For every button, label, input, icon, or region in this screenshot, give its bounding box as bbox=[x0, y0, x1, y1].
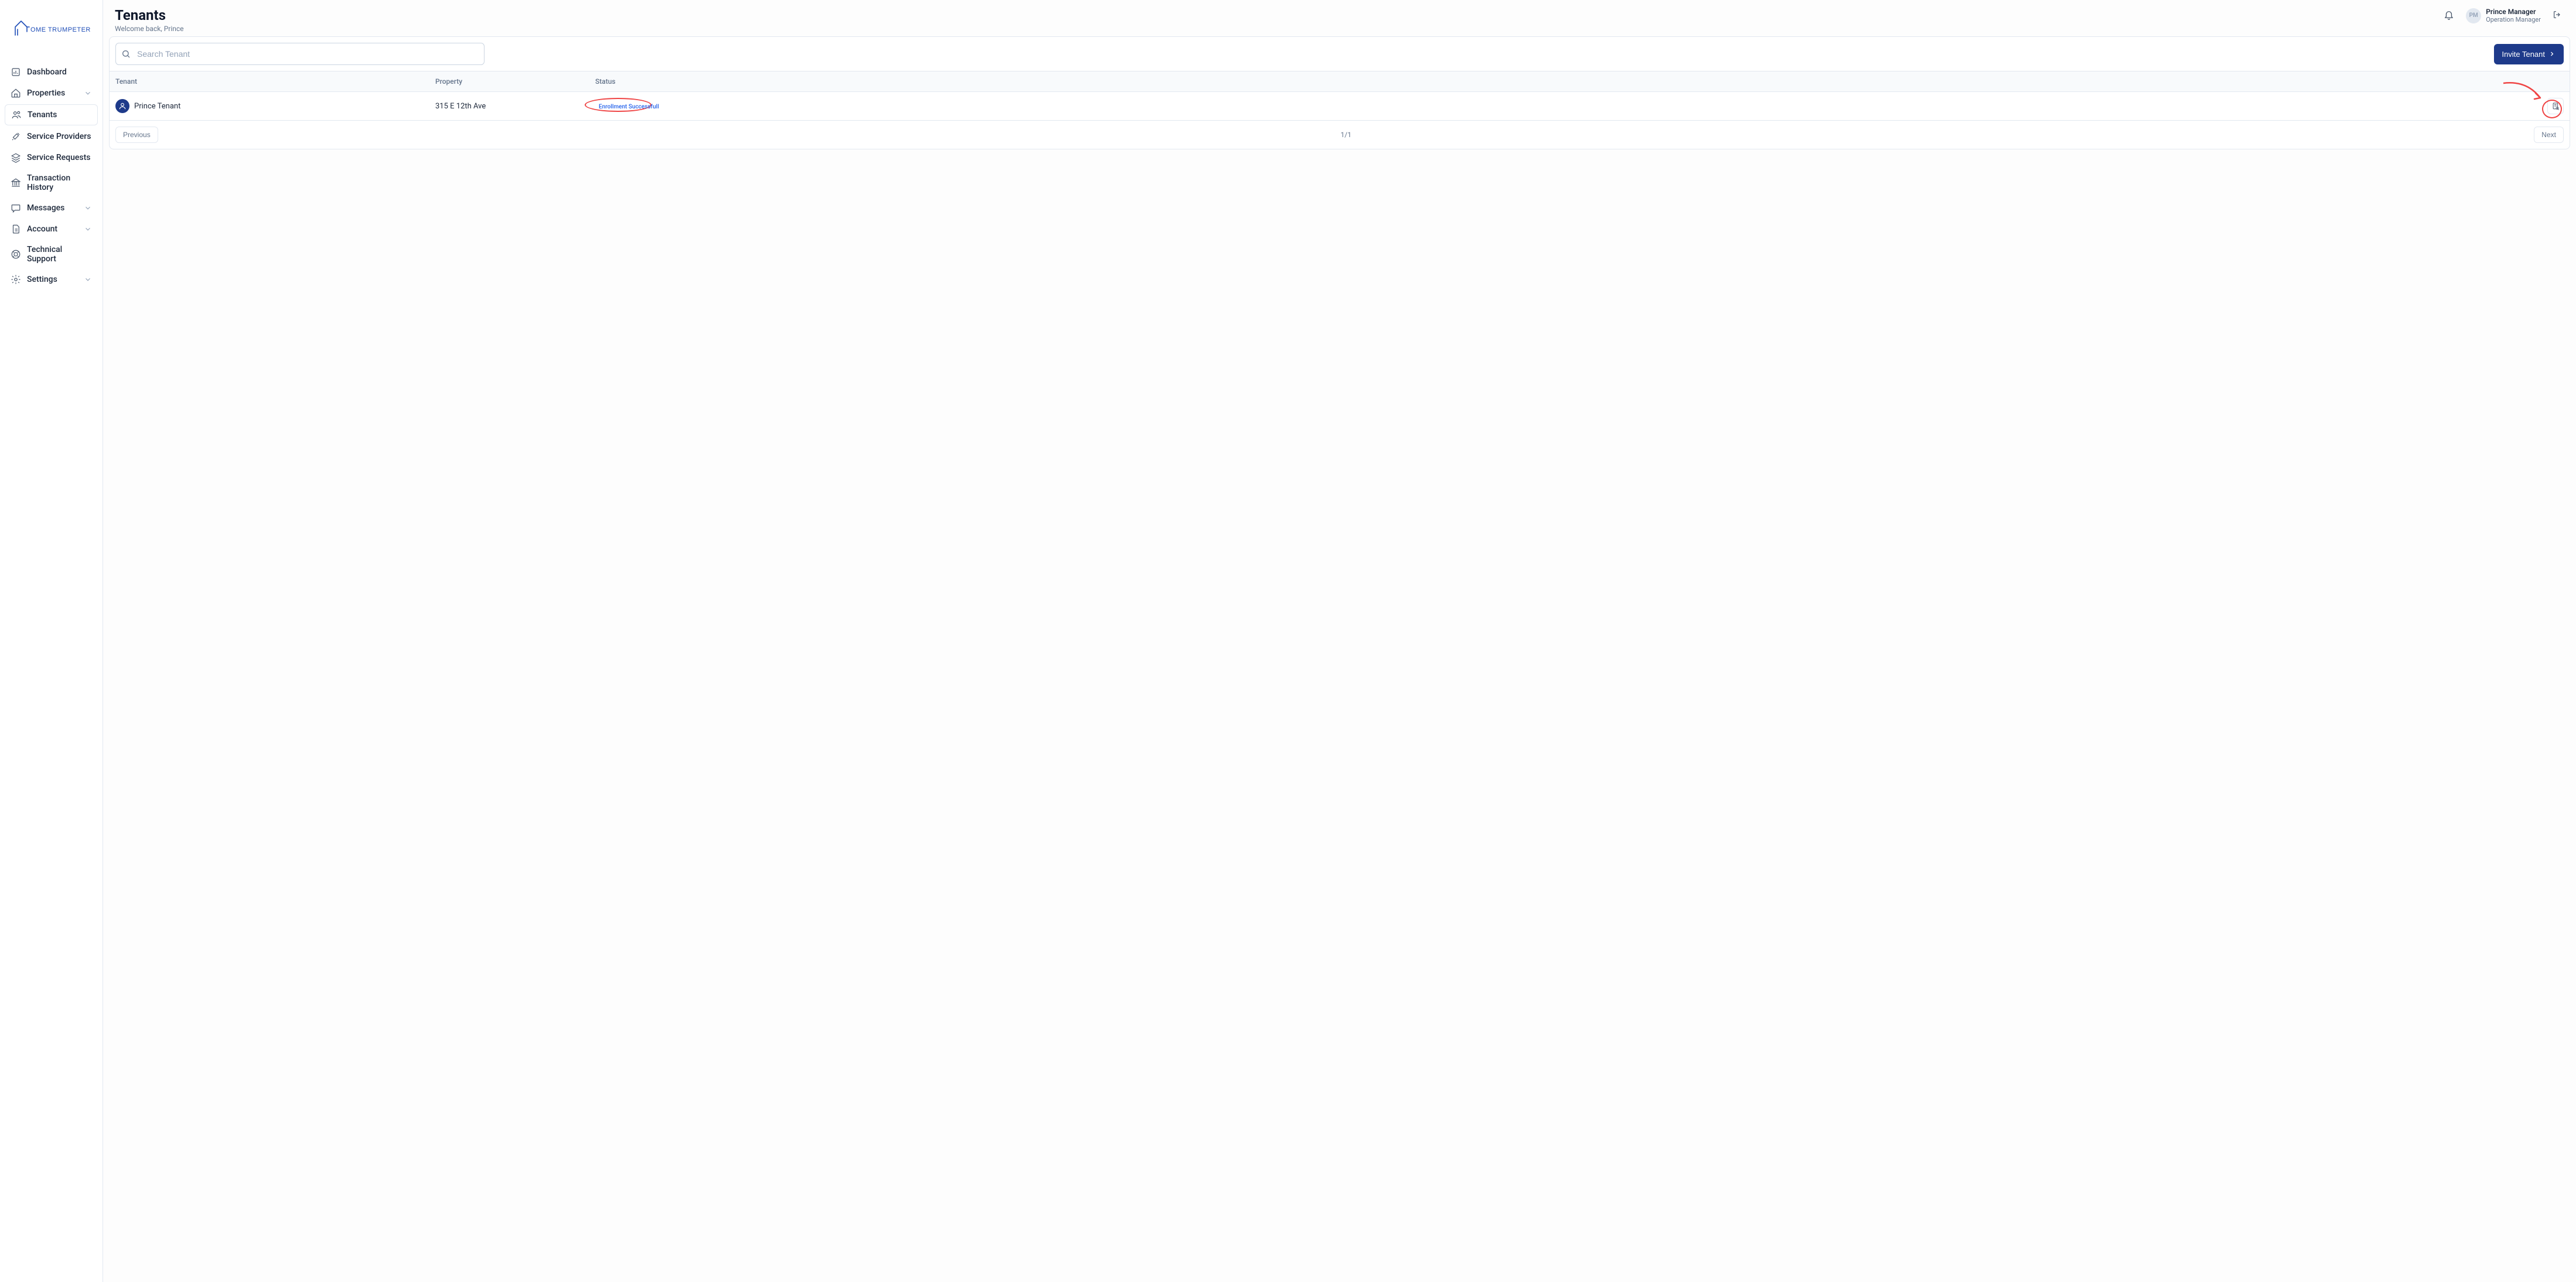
sidebar-item-properties[interactable]: Properties bbox=[5, 83, 98, 103]
th-tenant: Tenant bbox=[115, 77, 435, 86]
sidebar-item-account[interactable]: Account bbox=[5, 219, 98, 239]
sidebar-item-service-providers[interactable]: Service Providers bbox=[5, 127, 98, 146]
chevron-right-icon bbox=[2548, 50, 2555, 57]
nav-label: Dashboard bbox=[27, 67, 67, 77]
search-input[interactable] bbox=[115, 43, 485, 65]
nav-list: Dashboard Properties Tenants Service Pro… bbox=[5, 62, 98, 289]
nav-label: Properties bbox=[27, 88, 65, 98]
logout-icon bbox=[2553, 10, 2562, 19]
page-info: 1/1 bbox=[1340, 131, 1351, 139]
th-status: Status bbox=[595, 77, 2529, 86]
sidebar-item-settings[interactable]: Settings bbox=[5, 270, 98, 289]
search-icon bbox=[121, 49, 131, 59]
page-heading: Tenants Welcome back, Prince bbox=[115, 7, 184, 33]
tenant-cell: Prince Tenant bbox=[115, 99, 435, 113]
th-actions bbox=[2529, 77, 2564, 86]
sidebar-item-tenants[interactable]: Tenants bbox=[5, 104, 98, 125]
welcome-text: Welcome back, Prince bbox=[115, 25, 184, 33]
property-cell: 315 E 12th Ave bbox=[435, 101, 595, 111]
search-wrap bbox=[115, 43, 485, 65]
chevron-down-icon bbox=[84, 204, 92, 212]
nav-label: Tenants bbox=[28, 110, 57, 120]
tools-icon bbox=[11, 131, 21, 142]
nav-label: Service Providers bbox=[27, 132, 91, 141]
status-cell: Enrollment Successfull bbox=[595, 101, 2529, 111]
file-icon bbox=[11, 224, 21, 234]
notifications-button[interactable] bbox=[2441, 7, 2456, 24]
page-title: Tenants bbox=[115, 7, 184, 23]
table-header: Tenant Property Status bbox=[110, 71, 2570, 92]
nav-label: Messages bbox=[27, 203, 64, 213]
person-icon bbox=[118, 102, 127, 110]
next-button[interactable]: Next bbox=[2534, 127, 2564, 143]
previous-button[interactable]: Previous bbox=[115, 127, 158, 143]
home-trumpeter-logo-icon: OME TRUMPETER bbox=[13, 19, 90, 36]
avatar: PM bbox=[2466, 8, 2481, 23]
chevron-down-icon bbox=[84, 225, 92, 233]
property-text: 315 E 12th Ave bbox=[435, 102, 486, 111]
sidebar-item-dashboard[interactable]: Dashboard bbox=[5, 62, 98, 82]
users-icon bbox=[11, 110, 22, 120]
sidebar-item-service-requests[interactable]: Service Requests bbox=[5, 148, 98, 168]
nav-label: Technical Support bbox=[27, 245, 92, 264]
nav-label: Transaction History bbox=[27, 173, 92, 192]
nav-label: Settings bbox=[27, 275, 57, 284]
sidebar-item-transaction-history[interactable]: Transaction History bbox=[5, 169, 98, 197]
nav-label: Account bbox=[27, 224, 57, 234]
document-search-icon bbox=[2551, 102, 2560, 111]
bell-icon bbox=[2444, 9, 2454, 20]
tenant-avatar-icon bbox=[115, 99, 129, 113]
topbar: Tenants Welcome back, Prince PM Prince M… bbox=[103, 0, 2576, 36]
table-row: Prince Tenant 315 E 12th Ave Enrollment … bbox=[110, 92, 2570, 121]
tenants-table: Tenant Property Status Prince Tenant 315… bbox=[110, 71, 2570, 149]
user-chip[interactable]: PM Prince Manager Operation Manager bbox=[2466, 8, 2541, 23]
invite-label: Invite Tenant bbox=[2502, 50, 2545, 59]
filter-row: Invite Tenant bbox=[110, 37, 2570, 71]
sidebar: OME TRUMPETER Dashboard Properties Tenan… bbox=[0, 0, 103, 1282]
th-property: Property bbox=[435, 77, 595, 86]
svg-text:OME TRUMPETER: OME TRUMPETER bbox=[30, 26, 90, 33]
user-name: Prince Manager bbox=[2486, 8, 2541, 16]
sidebar-item-technical-support[interactable]: Technical Support bbox=[5, 240, 98, 268]
actions-cell bbox=[2529, 98, 2564, 114]
pagination: Previous 1/1 Next bbox=[110, 121, 2570, 149]
chevron-down-icon bbox=[84, 275, 92, 284]
user-role: Operation Manager bbox=[2486, 16, 2541, 23]
sidebar-item-messages[interactable]: Messages bbox=[5, 198, 98, 218]
logout-button[interactable] bbox=[2550, 8, 2564, 23]
status-text: Enrollment Successfull bbox=[595, 103, 663, 111]
nav-label: Service Requests bbox=[27, 153, 90, 162]
main-content: Tenants Welcome back, Prince PM Prince M… bbox=[103, 0, 2576, 1282]
message-icon bbox=[11, 203, 21, 213]
lifebuoy-icon bbox=[11, 249, 21, 260]
chevron-down-icon bbox=[84, 89, 92, 97]
top-right-controls: PM Prince Manager Operation Manager bbox=[2441, 7, 2564, 24]
status-badge: Enrollment Successfull bbox=[595, 101, 663, 111]
bar-chart-icon bbox=[11, 67, 21, 77]
content-card: Invite Tenant Tenant Property Status bbox=[109, 36, 2570, 149]
layers-icon bbox=[11, 152, 21, 163]
home-icon bbox=[11, 88, 21, 98]
bank-icon bbox=[11, 178, 21, 188]
logo: OME TRUMPETER bbox=[5, 5, 98, 62]
invite-tenant-button[interactable]: Invite Tenant bbox=[2494, 44, 2564, 64]
tenant-name: Prince Tenant bbox=[134, 102, 180, 111]
gear-icon bbox=[11, 274, 21, 285]
view-tenant-button[interactable] bbox=[2547, 98, 2564, 114]
